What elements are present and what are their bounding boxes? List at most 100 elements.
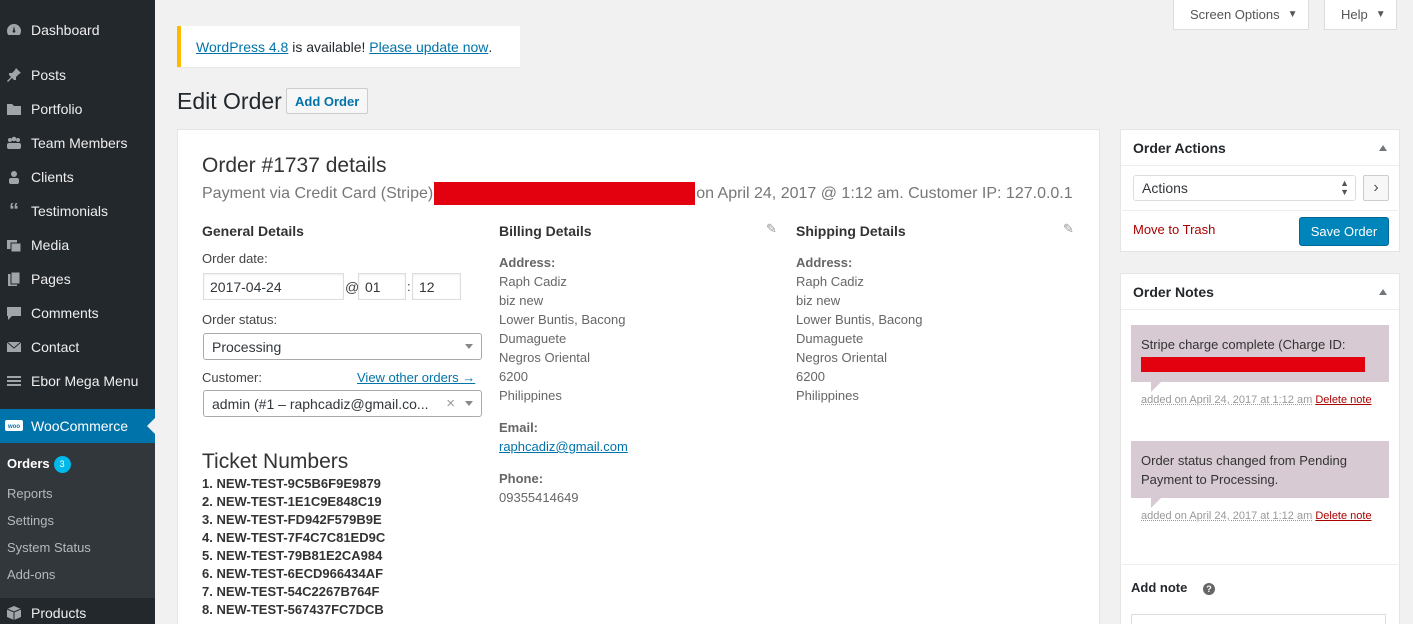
shipping-address-label: Address: (796, 253, 922, 272)
ticket-item: 8. NEW-TEST-567437FC7DCB (202, 601, 385, 619)
menu-team-members[interactable]: Team Members (0, 126, 155, 160)
submenu-settings[interactable]: Settings (7, 507, 54, 534)
phone-value: 09355414649 (499, 488, 579, 507)
address-line: Philippines (499, 386, 625, 405)
delete-note-link[interactable]: Delete note (1315, 394, 1371, 406)
shipping-details-title: Shipping Details (796, 223, 906, 239)
menu-portfolio[interactable]: Portfolio (0, 92, 155, 126)
menu-label: Pages (31, 271, 71, 287)
menu-label: Posts (31, 67, 66, 83)
quote-icon: “ (4, 201, 24, 221)
address-line: Dumaguete (796, 329, 922, 348)
order-hour-input[interactable]: 01 (358, 273, 406, 300)
orders-count-badge: 3 (54, 456, 71, 473)
help-tip-icon[interactable]: ? (1203, 583, 1215, 595)
menu-ebor-mega-menu[interactable]: Ebor Mega Menu (0, 364, 155, 398)
customer-value: admin (#1 – raphcadiz@gmail.co... (212, 396, 429, 412)
order-actions-title[interactable]: Order Actions (1121, 130, 1399, 166)
add-order-button[interactable]: Add Order (286, 88, 368, 114)
team-icon (4, 133, 24, 153)
billing-address-label: Address: (499, 253, 625, 272)
address-line: biz new (499, 291, 625, 310)
add-note-label: Add note (1131, 580, 1187, 595)
edit-shipping-icon[interactable]: ✎ (1063, 221, 1074, 237)
order-date-input[interactable]: 2017-04-24 (203, 273, 344, 300)
order-meta: Payment via Credit Card (Stripe) on Apri… (202, 182, 1073, 205)
dropdown-arrow-icon (465, 401, 473, 406)
note-date: added on April 24, 2017 at 1:12 am (1141, 510, 1312, 522)
user-icon (4, 167, 24, 187)
move-to-trash-link[interactable]: Move to Trash (1133, 222, 1215, 237)
phone-label: Phone: (499, 469, 579, 488)
folder-icon (4, 99, 24, 119)
submenu-reports[interactable]: Reports (7, 480, 53, 507)
menu-dashboard[interactable]: Dashboard (0, 13, 155, 47)
divider (1122, 210, 1398, 211)
actions-select-value: Actions (1142, 180, 1188, 196)
order-notes-title[interactable]: Order Notes (1121, 274, 1399, 310)
order-heading: Order #1737 details (202, 154, 386, 178)
woo-icon: woo (4, 416, 24, 436)
menu-testimonials[interactable]: “ Testimonials (0, 194, 155, 228)
ticket-item: 2. NEW-TEST-1E1C9E848C19 (202, 493, 385, 511)
menu-contact[interactable]: Contact (0, 330, 155, 364)
address-line: Raph Cadiz (796, 272, 922, 291)
help-button[interactable]: Help ▼ (1324, 0, 1397, 30)
ticket-item: 5. NEW-TEST-79B81E2CA984 (202, 547, 385, 565)
order-minute-input[interactable]: 12 (412, 273, 461, 300)
media-icon (4, 235, 24, 255)
collapse-arrow-icon[interactable] (1379, 145, 1387, 151)
order-status-select[interactable]: Processing (203, 333, 482, 360)
menu-clients[interactable]: Clients (0, 160, 155, 194)
submenu-addons[interactable]: Add-ons (7, 561, 55, 588)
ticket-item: 4. NEW-TEST-7F4C7C81ED9C (202, 529, 385, 547)
menu-label: WooCommerce (31, 418, 128, 434)
order-date-label: Order date: (202, 251, 268, 266)
address-line: 6200 (499, 367, 625, 386)
order-actions-title-text: Order Actions (1133, 140, 1226, 156)
delete-note-link[interactable]: Delete note (1315, 510, 1371, 522)
menu-woocommerce[interactable]: woo WooCommerce (0, 409, 155, 443)
address-line: biz new (796, 291, 922, 310)
menu-label: Portfolio (31, 101, 82, 117)
order-data-panel: Order #1737 details Payment via Credit C… (177, 129, 1100, 624)
customer-label: Customer: (202, 370, 262, 385)
order-notes-title-text: Order Notes (1133, 284, 1214, 300)
save-order-button[interactable]: Save Order (1299, 217, 1389, 246)
comment-icon (4, 303, 24, 323)
order-notes-box: Order Notes Stripe charge complete (Char… (1120, 273, 1400, 624)
clear-icon[interactable]: × (446, 395, 455, 412)
address-line: Dumaguete (499, 329, 625, 348)
submenu-orders[interactable]: Orders 3 (7, 450, 71, 477)
divider (1122, 564, 1398, 565)
billing-address: Address: Raph Cadiz biz new Lower Buntis… (499, 253, 625, 405)
payment-method: Payment via Credit Card (Stripe) (202, 185, 433, 203)
wordpress-version-link[interactable]: WordPress 4.8 (196, 39, 288, 55)
actions-select[interactable]: Actions ▲ ▼ (1133, 175, 1356, 201)
email-link[interactable]: raphcadiz@gmail.com (499, 439, 628, 454)
email-label: Email: (499, 418, 628, 437)
menu-label: Media (31, 237, 69, 253)
view-other-orders-link[interactable]: View other orders → (357, 370, 475, 385)
updown-arrow-icon: ▲ ▼ (1340, 179, 1349, 197)
ticket-item: 6. NEW-TEST-6ECD966434AF (202, 565, 385, 583)
add-note-textarea[interactable] (1131, 614, 1386, 624)
customer-select[interactable]: admin (#1 – raphcadiz@gmail.co... × (203, 390, 482, 417)
screen-options-button[interactable]: Screen Options ▼ (1173, 0, 1309, 30)
address-line: Lower Buntis, Bacong (499, 310, 625, 329)
menu-pages[interactable]: Pages (0, 262, 155, 296)
menu-comments[interactable]: Comments (0, 296, 155, 330)
menu-label: Dashboard (31, 22, 100, 38)
pages-icon (4, 269, 24, 289)
apply-action-button[interactable]: › (1363, 175, 1389, 201)
edit-billing-icon[interactable]: ✎ (766, 221, 777, 237)
menu-products[interactable]: Products (0, 596, 155, 624)
submenu-system-status[interactable]: System Status (7, 534, 91, 561)
menu-media[interactable]: Media (0, 228, 155, 262)
update-now-link[interactable]: Please update now (369, 39, 488, 55)
menu-posts[interactable]: Posts (0, 58, 155, 92)
collapse-arrow-icon[interactable] (1379, 289, 1387, 295)
notice-text: is available! (288, 39, 369, 55)
note-date: added on April 24, 2017 at 1:12 am (1141, 394, 1312, 406)
payment-info: on April 24, 2017 @ 1:12 am. Customer IP… (696, 185, 1072, 203)
